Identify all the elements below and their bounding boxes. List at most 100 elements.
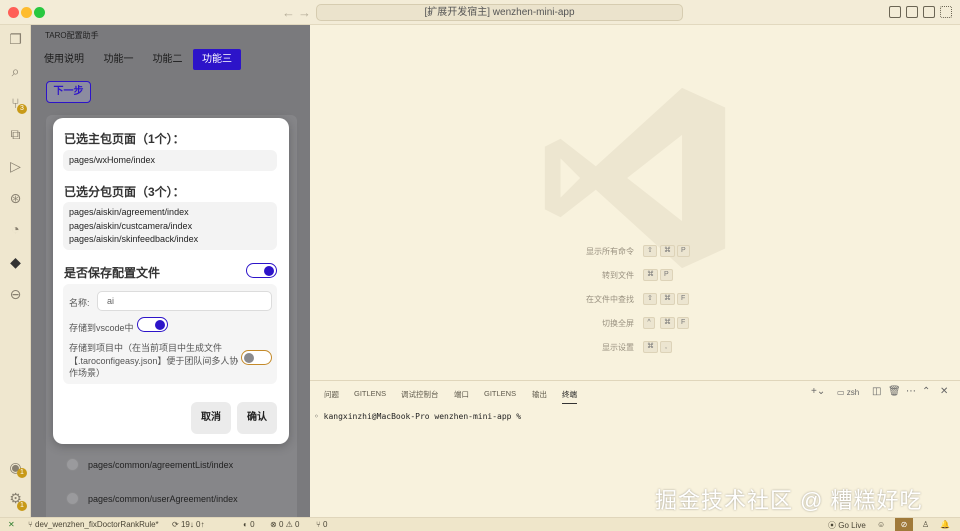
notifications-icon[interactable]: 🔔 — [940, 520, 950, 529]
problems-indicator[interactable]: ⊗ 0 ⚠ 0 — [270, 520, 299, 529]
run-debug-icon[interactable]: ▷ — [7, 158, 24, 175]
toggle-knob — [264, 265, 274, 276]
project-storage-toggle[interactable] — [241, 350, 272, 365]
list-item[interactable]: pages/common/agreementList/index — [66, 458, 233, 471]
remote-indicator-icon[interactable]: ✕ — [8, 520, 15, 529]
title-bar: ← → ⌕ [扩展开发宿主] wenzhen-mini-app — [0, 0, 960, 25]
back-arrow-icon[interactable]: ← — [282, 5, 295, 20]
project-storage-label: 存储到项目中（在当前项目中生成文件【.taroconfigeasy.json】便… — [69, 343, 239, 378]
copilot-icon[interactable]: ⊘ — [895, 518, 913, 531]
files-icon[interactable]: ❐ — [7, 31, 24, 48]
extensions-icon[interactable]: ⧉ — [7, 126, 24, 143]
git-graph-icon[interactable]: ⊛ — [7, 190, 24, 207]
keycap: , — [660, 341, 672, 353]
tab-debug-console[interactable]: 调试控制台 — [401, 389, 439, 400]
trash-icon[interactable]: 🗑 — [888, 386, 901, 397]
confirm-button[interactable]: 确认 — [237, 402, 277, 434]
minimize-window-button[interactable] — [21, 7, 32, 18]
new-terminal-icon[interactable]: +⌄ — [811, 386, 825, 397]
shortcut-label: 显示设置 — [602, 343, 634, 352]
tab-feature-one[interactable]: 功能一 — [97, 49, 140, 70]
shortcut-row[interactable]: 在文件中查找 ⇧ ⌘ F — [310, 293, 960, 306]
shortcut-label: 显示所有命令 — [586, 247, 634, 256]
main-pages-box: pages/wxHome/index — [63, 150, 277, 171]
radio-button[interactable] — [66, 492, 79, 505]
broadcast-icon: ⦿ — [828, 521, 839, 530]
terminal-shell-label[interactable]: ▭ zsh — [837, 388, 859, 397]
tab-gitlens-2[interactable]: GITLENS — [484, 389, 516, 398]
save-config-toggle[interactable] — [246, 263, 277, 278]
branch-icon: ⑂ — [28, 520, 36, 529]
keycap: ⇧ — [643, 245, 657, 257]
config-options-box: 名称: ai 存储到vscode中 存储到项目中（在当前项目中生成文件【.tar… — [63, 284, 277, 384]
go-live-label: Go Live — [838, 521, 866, 530]
list-item[interactable]: pages/common/userAgreement/index — [66, 492, 238, 505]
tab-feature-two[interactable]: 功能二 — [146, 49, 189, 70]
panel-title: TARO配置助手 — [45, 31, 99, 40]
split-terminal-icon[interactable]: ◫ — [872, 386, 881, 397]
command-center[interactable]: ⌕ [扩展开发宿主] wenzhen-mini-app — [316, 4, 683, 21]
shortcut-label: 切换全屏 — [602, 319, 634, 328]
shortcut-row[interactable]: 切换全屏 ^ ⌘ F — [310, 317, 960, 330]
sub-page-path: pages/aiskin/skinfeedback/index — [69, 234, 199, 244]
shortcut-label: 在文件中查找 — [586, 295, 634, 304]
tab-terminal[interactable]: 终端 — [562, 389, 577, 404]
remote-icon[interactable]: ◔ — [7, 221, 24, 238]
shell-name: zsh — [846, 388, 860, 397]
keycap: ⌘ — [660, 245, 675, 257]
shortcut-row[interactable]: 显示设置 ⌘, — [310, 341, 960, 354]
config-name-input[interactable]: ai — [97, 291, 272, 311]
terminal-prompt[interactable]: ◦ kangxinzhi@MacBook-Pro wenzhen-mini-ap… — [314, 412, 521, 421]
vscode-storage-toggle[interactable] — [137, 317, 168, 332]
sync-counts: 19↓ 0↑ — [180, 520, 205, 529]
sync-indicator[interactable]: ⟳ 19↓ 0↑ — [172, 520, 205, 529]
taro-icon[interactable]: ◆ — [7, 254, 24, 271]
go-live-button[interactable]: ⦿ Go Live — [828, 520, 866, 531]
account-badge: 1 — [17, 468, 27, 478]
zoom-window-button[interactable] — [34, 7, 45, 18]
search-icon[interactable]: ⌕ — [7, 63, 24, 80]
accounts-status-icon[interactable]: ♙ — [922, 520, 929, 529]
cancel-button[interactable]: 取消 — [191, 402, 231, 434]
shortcut-row[interactable]: 显示所有命令 ⇧ ⌘ P — [310, 245, 960, 258]
keycap: ⌘ — [660, 293, 675, 305]
close-panel-icon[interactable]: ✕ — [940, 386, 948, 397]
branch-indicator[interactable]: ⑂ dev_wenzhen_fixDoctorRankRule* — [28, 520, 159, 529]
ports-count: 0 — [323, 520, 328, 529]
feedback-icon[interactable]: ☺ — [877, 520, 885, 529]
tab-instructions[interactable]: 使用说明 — [39, 49, 89, 70]
shortcut-row[interactable]: 转到文件 ⌘ P — [310, 269, 960, 282]
tab-feature-three[interactable]: 功能三 — [193, 49, 241, 70]
toggle-panel-icon[interactable] — [906, 6, 918, 18]
toggle-secondary-sidebar-icon[interactable] — [923, 6, 935, 18]
extension-status-icon: ◐ — [243, 520, 251, 529]
tab-ports[interactable]: 端口 — [454, 389, 469, 400]
customize-layout-icon[interactable] — [940, 6, 952, 18]
keycap: ⌘ — [660, 317, 675, 329]
terminal-icon: ▭ — [837, 388, 847, 397]
tab-gitlens-1[interactable]: GITLENS — [354, 389, 386, 398]
warning-count: 0 — [295, 520, 300, 529]
toggle-primary-sidebar-icon[interactable] — [889, 6, 901, 18]
more-actions-icon[interactable]: ⋯ — [906, 386, 916, 397]
close-window-button[interactable] — [8, 7, 19, 18]
keycap: P — [660, 269, 673, 281]
timeline-icon[interactable]: ⊖ — [7, 286, 24, 303]
save-config-label: 是否保存配置文件 — [64, 266, 161, 280]
shortcut-label: 转到文件 — [602, 271, 634, 280]
extension-status[interactable]: ◐ 0 — [243, 520, 255, 529]
main-page-path: pages/wxHome/index — [69, 155, 156, 165]
ports-indicator[interactable]: ⑂ 0 — [316, 520, 327, 529]
tab-output[interactable]: 输出 — [532, 389, 547, 400]
name-label: 名称: — [69, 298, 90, 308]
activity-bar: ❐ ⌕ ⑂ 3 ⧉ ▷ ⊛ ◔ ◆ ⊖ ◉ 1 ⚙ 1 — [0, 25, 31, 517]
maximize-panel-icon[interactable]: ⌃ — [922, 386, 930, 397]
next-step-button[interactable]: 下一步 — [46, 81, 91, 103]
list-item-label: pages/common/agreementList/index — [88, 459, 234, 470]
keycap: F — [677, 317, 690, 329]
forward-arrow-icon[interactable]: → — [298, 5, 311, 20]
search-icon: ⌕ — [427, 7, 433, 18]
tab-problems[interactable]: 问题 — [324, 389, 339, 400]
radio-button[interactable] — [66, 458, 79, 471]
status-bar: ✕ ⑂ dev_wenzhen_fixDoctorRankRule* ⟳ 19↓… — [0, 517, 960, 531]
